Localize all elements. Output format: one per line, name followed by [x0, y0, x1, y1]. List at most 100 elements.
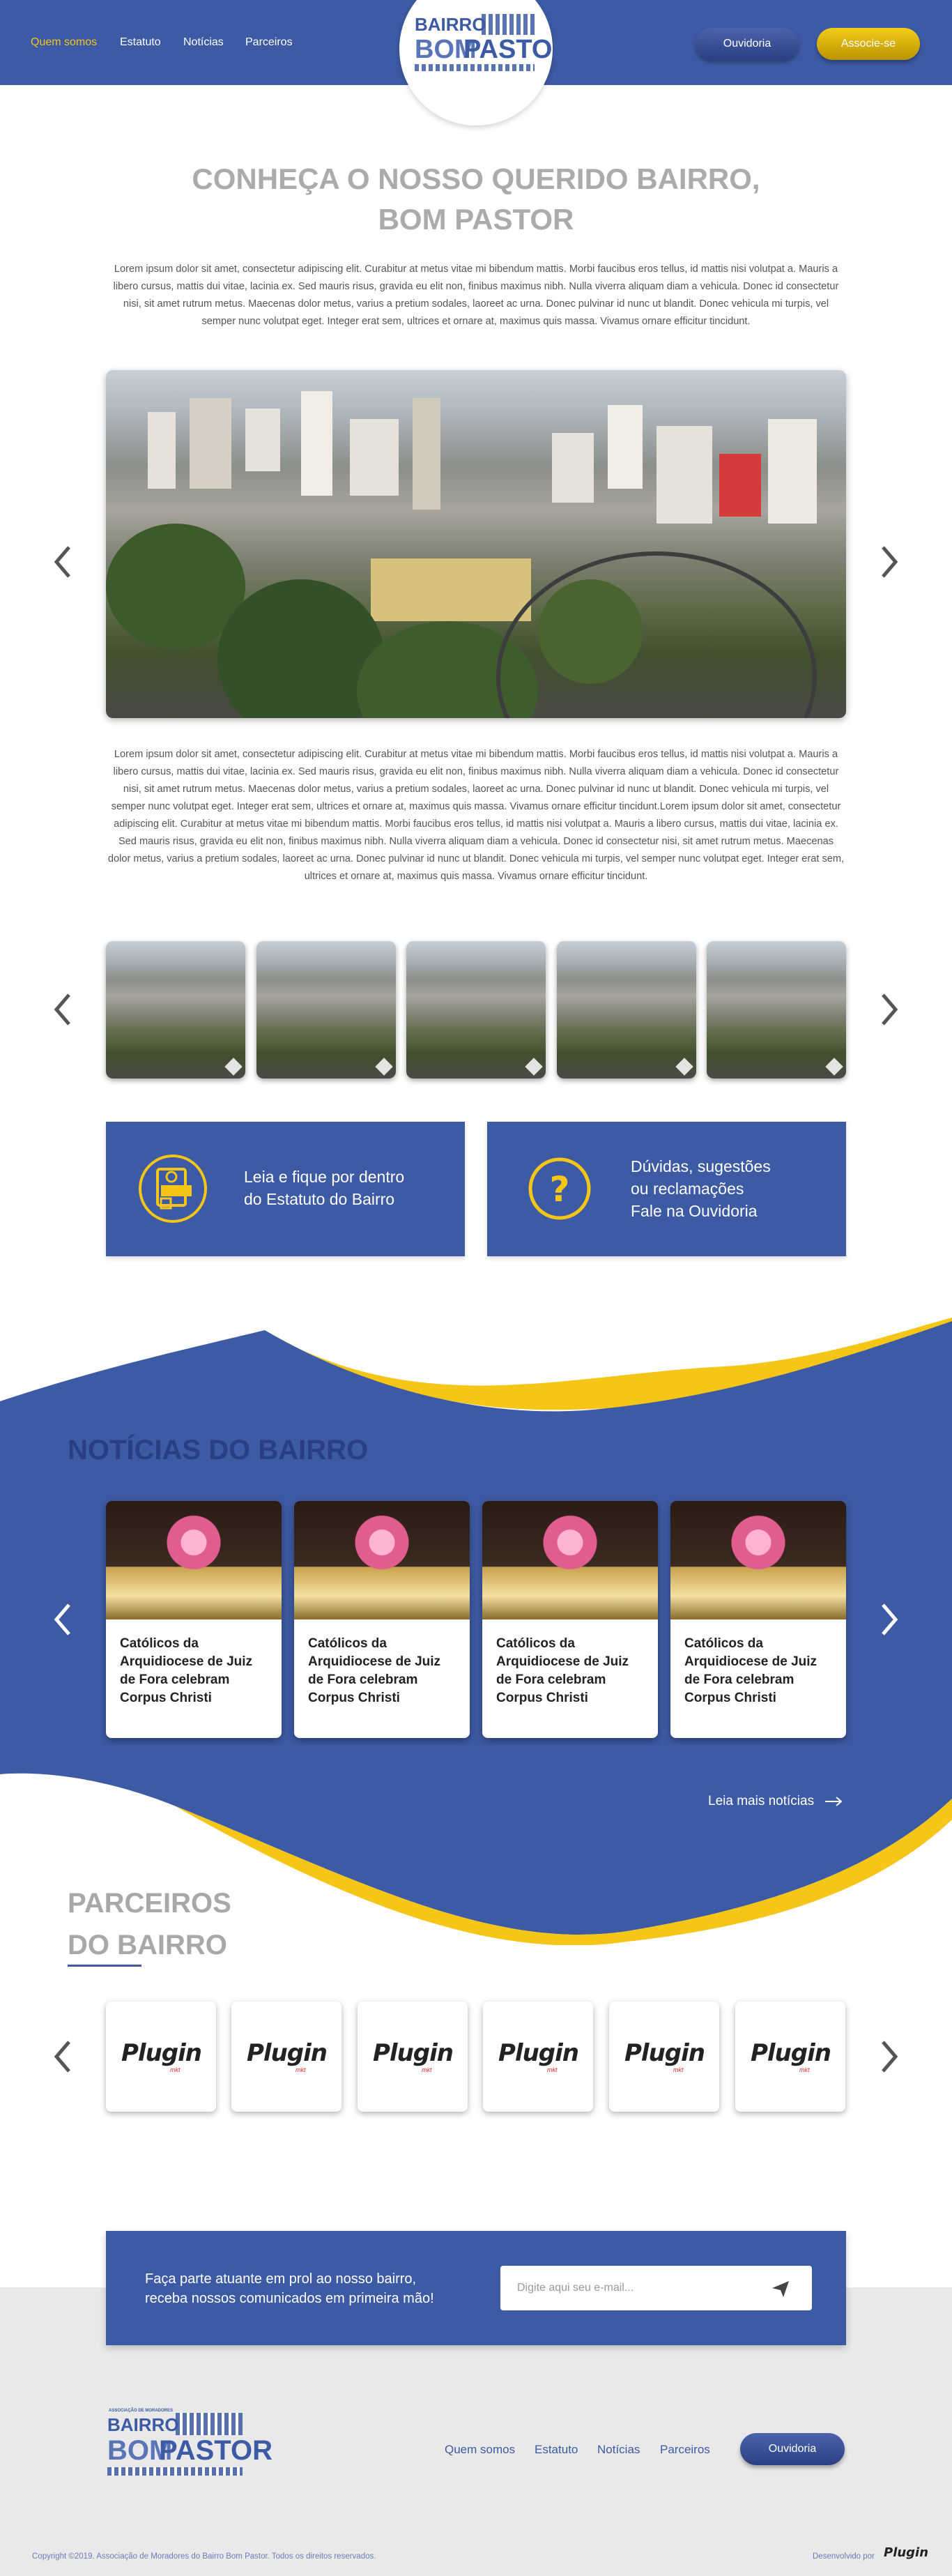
partner-logo-2[interactable]: Plugin mkt — [231, 2002, 341, 2112]
ouvidoria-cta-line1: Dúvidas, sugestões — [631, 1157, 771, 1175]
footer-nav-noticias[interactable]: Notícias — [597, 2443, 640, 2457]
expand-icon — [375, 1058, 393, 1076]
footer-logo-bairro: BAIRRO — [107, 2414, 179, 2435]
news-card-1[interactable]: Católicos da Arquidiocese de Juiz de For… — [106, 1501, 282, 1738]
newsletter-text: Faça parte atuante em prol ao nosso bair… — [145, 2269, 434, 2308]
chevron-right-icon — [882, 993, 898, 1026]
news-prev-arrow[interactable] — [49, 1599, 77, 1640]
partners-next-arrow[interactable] — [875, 2036, 903, 2078]
body-text: Lorem ipsum dolor sit amet, consectetur … — [107, 749, 845, 882]
logo-pattern — [482, 14, 535, 35]
partner-logo-3[interactable]: Plugin mkt — [358, 2002, 468, 2112]
partner-logo-sub: mkt — [422, 2066, 432, 2073]
gallery-thumb-4[interactable] — [557, 941, 696, 1079]
newsletter-email-input[interactable] — [500, 2266, 812, 2310]
hero-prev-arrow[interactable] — [49, 541, 77, 583]
developed-by-label: Desenvolvido por — [813, 2552, 875, 2561]
news-next-arrow[interactable] — [875, 1599, 903, 1640]
page-title: CONHEÇA O NOSSO QUERIDO BAIRRO, BOM PAST… — [162, 159, 790, 240]
estatuto-cta-line1: Leia e fique por dentro — [244, 1168, 405, 1186]
ouvidoria-cta-line2: ou reclamações — [631, 1180, 744, 1198]
expand-icon — [525, 1058, 543, 1076]
gallery-thumb-1[interactable] — [106, 941, 245, 1079]
news-card-image — [670, 1501, 846, 1619]
chevron-left-icon — [54, 2041, 70, 2073]
estatuto-cta-line2: do Estatuto do Bairro — [244, 1190, 395, 1208]
partner-logo-text: Plugin — [373, 2039, 454, 2067]
ouvidoria-button[interactable]: Ouvidoria — [696, 28, 799, 60]
partner-logo-sub: mkt — [673, 2066, 684, 2073]
ouvidoria-cta[interactable]: ? Dúvidas, sugestões ou reclamações Fale… — [487, 1122, 846, 1256]
nav-quem-somos[interactable]: Quem somos — [31, 36, 97, 49]
footer-ouvidoria-button[interactable]: Ouvidoria — [740, 2433, 845, 2465]
footer-logo-pastor: PASTOR — [159, 2435, 272, 2466]
footer-logo[interactable]: ASSOCIAÇÃO DE MORADORES BAIRRO BOM PASTO… — [106, 2409, 272, 2490]
chevron-left-icon — [54, 993, 70, 1026]
footer-nav-parceiros[interactable]: Parceiros — [660, 2443, 710, 2457]
copyright-text: Copyright ©2019. Associação de Moradores… — [32, 2552, 376, 2561]
chevron-right-icon — [882, 546, 898, 578]
news-card-2[interactable]: Católicos da Arquidiocese de Juiz de For… — [294, 1501, 470, 1738]
news-card-4[interactable]: Católicos da Arquidiocese de Juiz de For… — [670, 1501, 846, 1738]
developer-logo[interactable]: Plugin — [884, 2545, 928, 2560]
logo-badge[interactable]: BAIRRO BOM PASTOR — [399, 0, 571, 125]
newsletter-line1: Faça parte atuante em prol ao nosso bair… — [145, 2271, 417, 2287]
nav-estatuto[interactable]: Estatuto — [120, 36, 161, 49]
gallery-next-arrow[interactable] — [875, 989, 903, 1030]
logo-pattern-bottom — [415, 64, 535, 71]
chevron-right-icon — [882, 1603, 898, 1636]
footer-logo-pattern-bottom — [107, 2467, 243, 2476]
gallery-thumb-3[interactable] — [406, 941, 546, 1079]
partner-logo-6[interactable]: Plugin mkt — [735, 2002, 845, 2112]
send-icon[interactable] — [770, 2278, 791, 2299]
partner-logo-5[interactable]: Plugin mkt — [609, 2002, 719, 2112]
partner-logo-text: Plugin — [624, 2039, 705, 2067]
ouvidoria-cta-text: Dúvidas, sugestões ou reclamações Fale n… — [631, 1155, 771, 1222]
estatuto-cta[interactable]: Leia e fique por dentro do Estatuto do B… — [106, 1122, 465, 1256]
partner-logo-sub: mkt — [170, 2066, 181, 2073]
associe-se-button[interactable]: Associe-se — [817, 28, 920, 60]
partner-logo-1[interactable]: Plugin mkt — [106, 2002, 216, 2112]
footer-logo-small-text: ASSOCIAÇÃO DE MORADORES — [109, 2409, 174, 2413]
newsletter-line2: receba nossos comunicados em primeira mã… — [145, 2291, 434, 2306]
partner-logo-sub: mkt — [799, 2066, 810, 2073]
footer-logo-pattern — [176, 2413, 243, 2435]
page-title-line1: CONHEÇA O NOSSO QUERIDO BAIRRO, — [192, 162, 760, 195]
partner-logo-text: Plugin — [121, 2039, 202, 2067]
ouvidoria-cta-line3: Fale na Ouvidoria — [631, 1202, 758, 1220]
expand-icon — [675, 1058, 693, 1076]
question-icon: ? — [528, 1157, 591, 1220]
gallery-prev-arrow[interactable] — [49, 989, 77, 1030]
gallery-thumb-2[interactable] — [256, 941, 396, 1079]
partners-title-underline — [68, 1965, 141, 1967]
partners-section-title: PARCEIROS DO BAIRRO — [68, 1882, 231, 1966]
more-news-link[interactable]: Leia mais notícias — [708, 1794, 843, 1809]
nav-noticias[interactable]: Notícias — [183, 36, 224, 49]
estatuto-cta-text: Leia e fique por dentro do Estatuto do B… — [244, 1166, 404, 1210]
news-card-title: Católicos da Arquidiocese de Juiz de For… — [684, 1636, 817, 1705]
newsletter-box: Faça parte atuante em prol ao nosso bair… — [106, 2231, 846, 2345]
logo-text-pastor: PASTOR — [463, 35, 571, 64]
news-card-title: Católicos da Arquidiocese de Juiz de For… — [120, 1636, 253, 1705]
partner-logo-4[interactable]: Plugin mkt — [483, 2002, 593, 2112]
partner-logo-text: Plugin — [751, 2039, 831, 2067]
chevron-left-icon — [54, 546, 70, 578]
gallery-thumb-5[interactable] — [707, 941, 846, 1079]
partner-logo-text: Plugin — [247, 2039, 328, 2067]
news-card-image — [294, 1501, 470, 1619]
partner-logo-text: Plugin — [498, 2039, 579, 2067]
chevron-right-icon — [882, 2041, 898, 2073]
nav-parceiros[interactable]: Parceiros — [245, 36, 293, 49]
news-card-3[interactable]: Católicos da Arquidiocese de Juiz de For… — [482, 1501, 658, 1738]
expand-icon — [224, 1058, 243, 1076]
partners-prev-arrow[interactable] — [49, 2036, 77, 2078]
partner-logo-sub: mkt — [547, 2066, 558, 2073]
svg-text:?: ? — [549, 1169, 569, 1210]
footer-nav-quem-somos[interactable]: Quem somos — [445, 2443, 515, 2457]
partners-title-line2: DO BAIRRO — [68, 1930, 227, 1960]
hero-next-arrow[interactable] — [875, 541, 903, 583]
intro-text: Lorem ipsum dolor sit amet, consectetur … — [113, 264, 839, 327]
chevron-left-icon — [54, 1603, 70, 1636]
logo-text-bairro: BAIRRO — [415, 14, 486, 35]
footer-nav-estatuto[interactable]: Estatuto — [535, 2443, 578, 2457]
